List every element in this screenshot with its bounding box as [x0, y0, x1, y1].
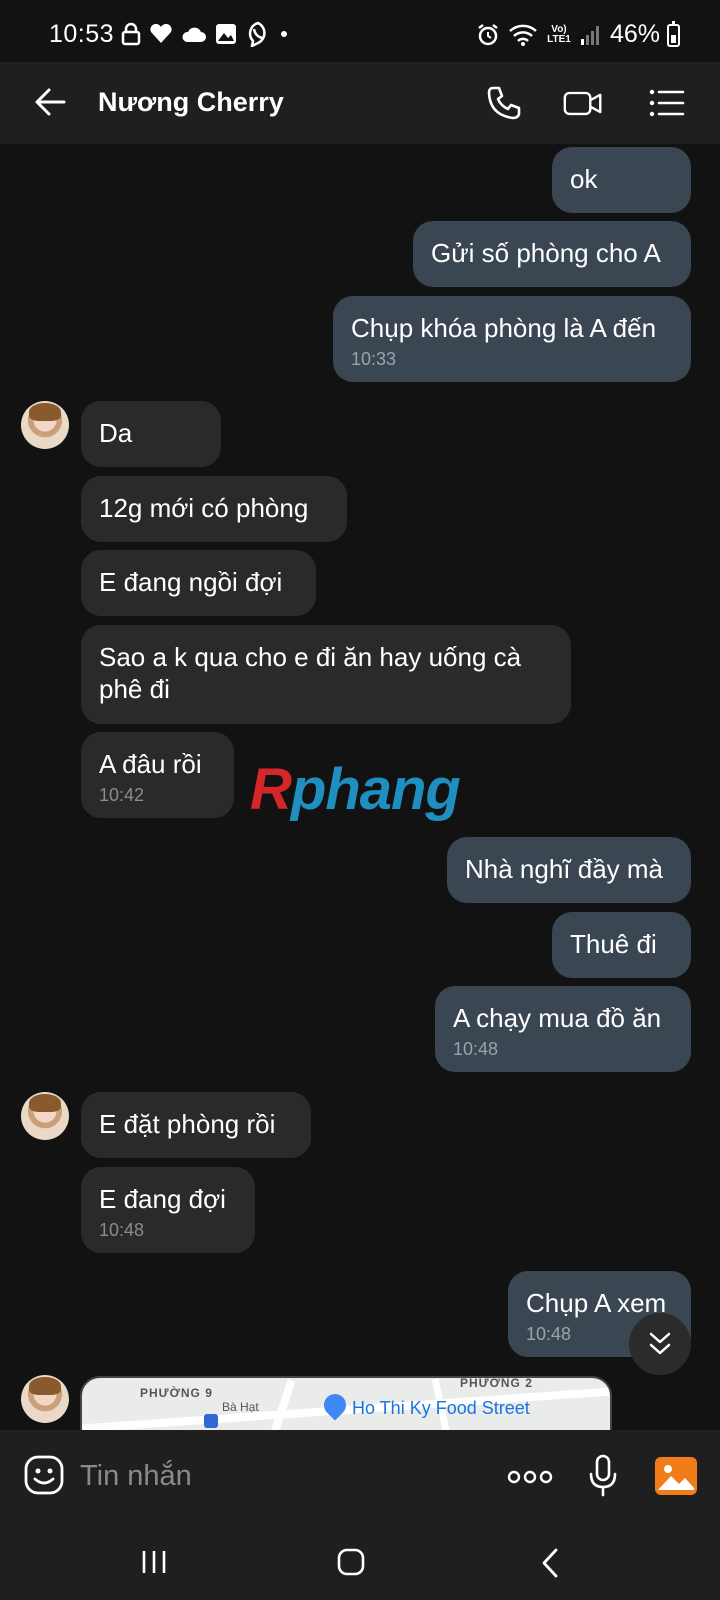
contact-avatar[interactable]	[21, 1092, 69, 1140]
message-bubble-outgoing[interactable]: Nhà nghĩ đầy mà	[447, 837, 691, 903]
composer-bar	[0, 1430, 720, 1524]
message-text: Thuê đi	[570, 929, 657, 959]
heart-app-icon	[150, 23, 172, 43]
status-bar: 10:53 Vo) LTE1 46%	[0, 0, 720, 62]
message-text: Chụp khóa phòng là A đến	[351, 313, 657, 343]
message-bubble-outgoing[interactable]: Gửi số phòng cho A	[413, 221, 691, 287]
viber-icon	[248, 21, 266, 47]
message-text: Gửi số phòng cho A	[431, 238, 661, 268]
bus-stop-icon	[204, 1414, 218, 1428]
wifi-icon	[509, 24, 537, 46]
map-road	[256, 1379, 296, 1430]
message-text: E đang đợi	[99, 1184, 226, 1214]
message-time: 10:48	[453, 1039, 499, 1059]
message-time: 10:42	[99, 785, 145, 805]
message-bubble-outgoing[interactable]: A chạy mua đồ ăn 10:48	[435, 986, 691, 1072]
microphone-icon[interactable]	[588, 1454, 618, 1498]
contact-avatar[interactable]	[21, 401, 69, 449]
watermark-logo: Rphang	[250, 757, 461, 822]
message-text: Chụp A xem	[526, 1288, 667, 1318]
message-text: A chạy mua đồ ăn	[453, 1003, 662, 1033]
system-nav-bar	[0, 1524, 720, 1600]
message-bubble-incoming[interactable]: A đâu rồi 10:42	[81, 732, 234, 818]
message-bubble-incoming[interactable]: E đặt phòng rồi	[81, 1092, 311, 1158]
recent-apps-icon[interactable]	[140, 1548, 168, 1576]
battery-icon	[667, 21, 680, 47]
scroll-to-bottom-button[interactable]	[629, 1313, 691, 1375]
notification-icons	[121, 21, 289, 47]
map-area-label: PHƯỜNG 2	[460, 1376, 533, 1390]
voice-call-icon[interactable]	[484, 83, 524, 123]
contact-name[interactable]: Nương Cherry	[98, 87, 284, 118]
cloud-sync-icon	[182, 27, 206, 42]
message-bubble-incoming[interactable]: E đang ngồi đợi	[81, 550, 316, 616]
gallery-notification-icon	[216, 24, 236, 44]
map-street-label: Bà Hạt	[222, 1400, 259, 1414]
message-text: E đặt phòng rồi	[99, 1109, 276, 1139]
video-call-icon[interactable]	[563, 83, 603, 123]
double-chevron-down-icon	[649, 1332, 671, 1355]
map-pin-icon	[319, 1389, 351, 1421]
message-text: Da	[99, 418, 133, 448]
message-text: A đâu rồi	[99, 749, 202, 779]
message-text: E đang ngồi đợi	[99, 567, 283, 597]
message-bubble-outgoing[interactable]: Chụp khóa phòng là A đến 10:33	[333, 296, 691, 382]
chat-header: Nương Cherry	[0, 62, 720, 144]
message-bubble-incoming[interactable]: Sao a k qua cho e đi ăn hay uống cà phê …	[81, 625, 571, 724]
map-area-label: PHƯỜNG 9	[140, 1386, 213, 1400]
message-text: ok	[570, 164, 598, 194]
status-time: 10:53	[49, 20, 115, 48]
emoji-sticker-icon[interactable]	[23, 1454, 65, 1496]
message-text: Sao a k qua cho e đi ăn hay uống cà phê …	[99, 642, 522, 704]
map-place-name: Ho Thi Ky Food Street	[352, 1398, 530, 1418]
menu-list-icon[interactable]	[647, 83, 687, 123]
message-text: Nhà nghĩ đầy mà	[465, 854, 664, 884]
message-list[interactable]: ok Gửi số phòng cho A Chụp khóa phòng là…	[0, 144, 720, 1430]
location-map-card[interactable]: PHƯỜNG 9 PHƯỜNG 2 Bà Hạt Ho Thi Ky Food …	[80, 1376, 612, 1430]
more-options-icon[interactable]	[507, 1470, 553, 1484]
message-bubble-outgoing[interactable]: ok	[552, 147, 691, 213]
home-icon[interactable]	[337, 1548, 365, 1576]
message-time: 10:33	[351, 349, 397, 369]
message-time: 10:48	[99, 1220, 145, 1240]
message-input[interactable]	[80, 1456, 460, 1496]
message-text: 12g mới có phòng	[99, 493, 309, 523]
message-bubble-incoming[interactable]: 12g mới có phòng	[81, 476, 347, 542]
status-right: Vo) LTE1 46%	[476, 20, 660, 49]
gallery-photo-icon[interactable]	[654, 1456, 698, 1496]
alarm-icon	[478, 23, 498, 45]
message-bubble-incoming[interactable]: E đang đợi 10:48	[81, 1167, 255, 1253]
back-arrow-icon[interactable]	[30, 82, 70, 122]
signal-icon	[580, 25, 599, 45]
contact-avatar[interactable]	[21, 1375, 69, 1423]
back-nav-icon[interactable]	[540, 1548, 560, 1578]
network-label: Vo) LTE1	[547, 23, 571, 45]
message-bubble-outgoing[interactable]: Thuê đi	[552, 912, 691, 978]
more-notifications-dot-icon	[281, 31, 287, 37]
lock-icon	[121, 22, 141, 46]
message-bubble-incoming[interactable]: Da	[81, 401, 221, 467]
battery-percent: 46%	[609, 20, 660, 48]
